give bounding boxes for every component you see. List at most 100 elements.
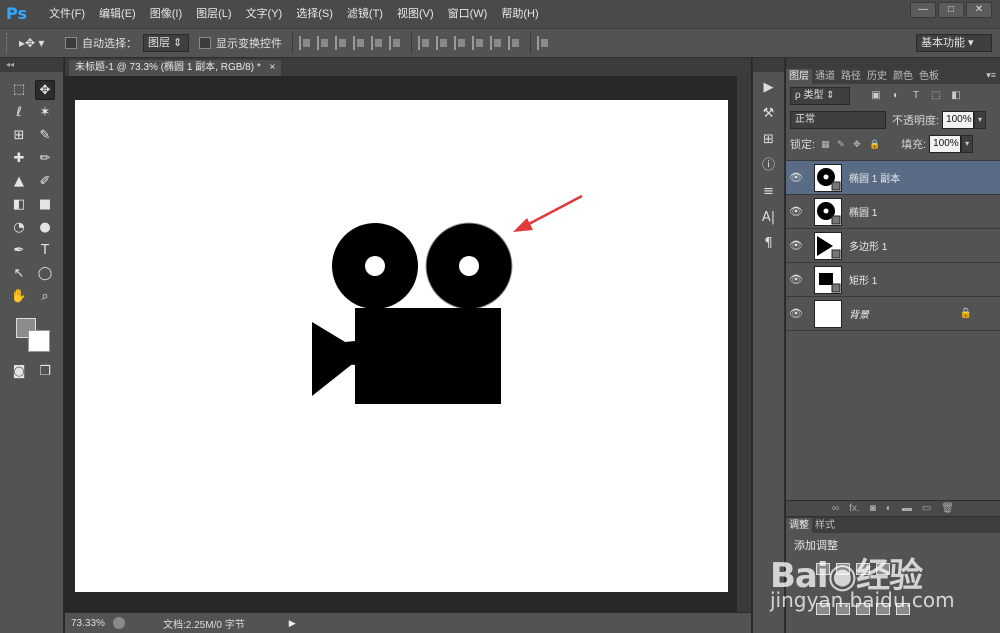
auto-align-icon[interactable]: [537, 36, 549, 50]
new-group-icon[interactable]: ▬: [902, 503, 912, 514]
tab-5[interactable]: 色板: [916, 69, 942, 84]
pixel-filter-icon[interactable]: ▣: [870, 90, 882, 102]
lock-position-icon[interactable]: ✥: [853, 139, 863, 149]
tab-close-icon[interactable]: ×: [270, 62, 276, 73]
canvas-viewport[interactable]: [65, 76, 737, 612]
tab-0[interactable]: 图层: [786, 69, 812, 84]
shape-filter-icon[interactable]: ⬚: [930, 90, 942, 102]
eye-icon[interactable]: 👁: [786, 171, 806, 184]
info-icon[interactable]: ⓘ: [759, 156, 779, 176]
opacity-slider-button[interactable]: ▾: [974, 111, 987, 129]
new-layer-icon[interactable]: ▭: [922, 503, 931, 514]
healing-brush-tool-icon[interactable]: ✚: [9, 149, 29, 169]
layer-row[interactable]: 👁 矩形 1: [786, 263, 1000, 297]
align-top-icon[interactable]: [299, 36, 311, 50]
3d-icon[interactable]: ⊞: [759, 130, 779, 150]
move-tool-icon[interactable]: ✥: [35, 79, 55, 100]
distribute-top-icon[interactable]: [418, 36, 430, 50]
link-layers-icon[interactable]: ∞: [832, 503, 839, 514]
zoom-level[interactable]: 73.33%: [71, 618, 111, 629]
layer-style-icon[interactable]: fx.: [849, 503, 860, 514]
minimize-button[interactable]: —: [910, 2, 936, 18]
crop-tool-icon[interactable]: ⊞: [9, 126, 29, 146]
menu-item-0[interactable]: 文件(F): [42, 0, 92, 28]
distribute-bottom-icon[interactable]: [454, 36, 466, 50]
pen-tool-icon[interactable]: ✒: [9, 241, 29, 261]
align-right-icon[interactable]: [389, 36, 401, 50]
zoom-tool-icon[interactable]: ⌕: [35, 287, 55, 307]
eye-icon[interactable]: 👁: [786, 205, 806, 218]
show-transform-checkbox[interactable]: [199, 37, 211, 49]
auto-select-checkbox[interactable]: [65, 37, 77, 49]
tab-4[interactable]: 颜色: [890, 69, 916, 84]
lock-image-icon[interactable]: ✎: [837, 139, 847, 149]
lock-transparent-icon[interactable]: ▦: [821, 139, 831, 149]
menu-item-6[interactable]: 滤镜(T): [340, 0, 390, 28]
new-adjustment-icon[interactable]: ◐: [886, 503, 892, 514]
tab-1[interactable]: 通道: [812, 69, 838, 84]
canvas[interactable]: [75, 100, 728, 592]
magic-wand-tool-icon[interactable]: ✶: [35, 103, 55, 123]
opacity-input[interactable]: 100%: [942, 111, 975, 129]
fill-input[interactable]: 100%: [929, 135, 962, 153]
distribute-right-icon[interactable]: [508, 36, 520, 50]
menu-item-9[interactable]: 帮助(H): [494, 0, 545, 28]
marquee-tool-icon[interactable]: ⬚: [9, 80, 29, 100]
character-icon[interactable]: A|: [759, 208, 779, 228]
history-brush-tool-icon[interactable]: ✐: [35, 172, 55, 192]
status-info-icon[interactable]: [113, 617, 125, 629]
layer-row[interactable]: 👁 背景 🔒: [786, 297, 1000, 331]
lasso-tool-icon[interactable]: ℓ: [9, 103, 29, 123]
menu-item-5[interactable]: 选择(S): [289, 0, 340, 28]
align-vcenter-icon[interactable]: [317, 36, 329, 50]
status-menu-arrow-icon[interactable]: ▶: [289, 618, 296, 629]
align-bottom-icon[interactable]: [335, 36, 347, 50]
add-mask-icon[interactable]: ◙: [870, 503, 876, 514]
menu-item-3[interactable]: 图层(L): [189, 0, 238, 28]
strip-header[interactable]: [753, 58, 784, 72]
delete-layer-icon[interactable]: 🗑: [941, 503, 954, 514]
workspace-dropdown[interactable]: 基本功能 ▾: [916, 34, 992, 52]
vertical-scrollbar[interactable]: [737, 76, 751, 612]
eraser-tool-icon[interactable]: ◧: [9, 195, 29, 215]
distribute-hcenter-icon[interactable]: [490, 36, 502, 50]
blend-mode-dropdown[interactable]: 正常: [790, 111, 886, 129]
distribute-left-icon[interactable]: [472, 36, 484, 50]
adjustment-filter-icon[interactable]: ◐: [890, 90, 902, 102]
hand-tool-icon[interactable]: ✋: [9, 287, 29, 307]
screen-mode-icon[interactable]: ❐: [35, 362, 55, 382]
brush-tool-icon[interactable]: ✏: [35, 149, 55, 169]
ellipse-tool-icon[interactable]: ◯: [35, 264, 55, 284]
gradient-tool-icon[interactable]: ■: [35, 195, 55, 215]
eyedropper-tool-icon[interactable]: ✎: [35, 126, 55, 146]
layer-filter-kind-dropdown[interactable]: ρ 类型 ⇕: [790, 87, 850, 105]
blur-tool-icon[interactable]: ◔: [9, 218, 29, 238]
distribute-vcenter-icon[interactable]: [436, 36, 448, 50]
tab-2[interactable]: 路径: [838, 69, 864, 84]
background-color-swatch[interactable]: [28, 330, 50, 352]
layer-row[interactable]: 👁 多边形 1: [786, 229, 1000, 263]
align-left-icon[interactable]: [353, 36, 365, 50]
panel-menu-icon[interactable]: ▾≡: [986, 70, 996, 81]
move-tool-preset-picker[interactable]: ▸✥ ▾: [19, 33, 55, 53]
quick-mask-icon[interactable]: ◙: [9, 362, 29, 382]
menu-item-1[interactable]: 编辑(E): [92, 0, 143, 28]
menu-item-4[interactable]: 文字(Y): [239, 0, 290, 28]
layer-row[interactable]: 👁 椭圆 1 副本: [786, 161, 1000, 195]
tab-3[interactable]: 历史: [864, 69, 890, 84]
tool-presets-icon[interactable]: ⚒: [759, 104, 779, 124]
lock-all-icon[interactable]: 🔒: [869, 139, 880, 149]
options-grip[interactable]: [6, 33, 9, 53]
properties-icon[interactable]: ≡: [759, 182, 779, 202]
eye-icon[interactable]: 👁: [786, 307, 806, 320]
smart-object-filter-icon[interactable]: ◧: [950, 90, 962, 102]
menu-item-7[interactable]: 视图(V): [390, 0, 441, 28]
paragraph-icon[interactable]: ¶: [759, 234, 779, 254]
close-window-button[interactable]: ✕: [966, 2, 992, 18]
eye-icon[interactable]: 👁: [786, 239, 806, 252]
type-tool-icon[interactable]: T: [35, 241, 55, 261]
document-tab[interactable]: 未标题-1 @ 73.3% (椭圆 1 副本, RGB/8) * ×: [69, 60, 282, 76]
maximize-button[interactable]: □: [938, 2, 964, 18]
auto-select-dropdown[interactable]: 图层 ⇕: [143, 34, 189, 52]
menu-item-8[interactable]: 窗口(W): [441, 0, 495, 28]
